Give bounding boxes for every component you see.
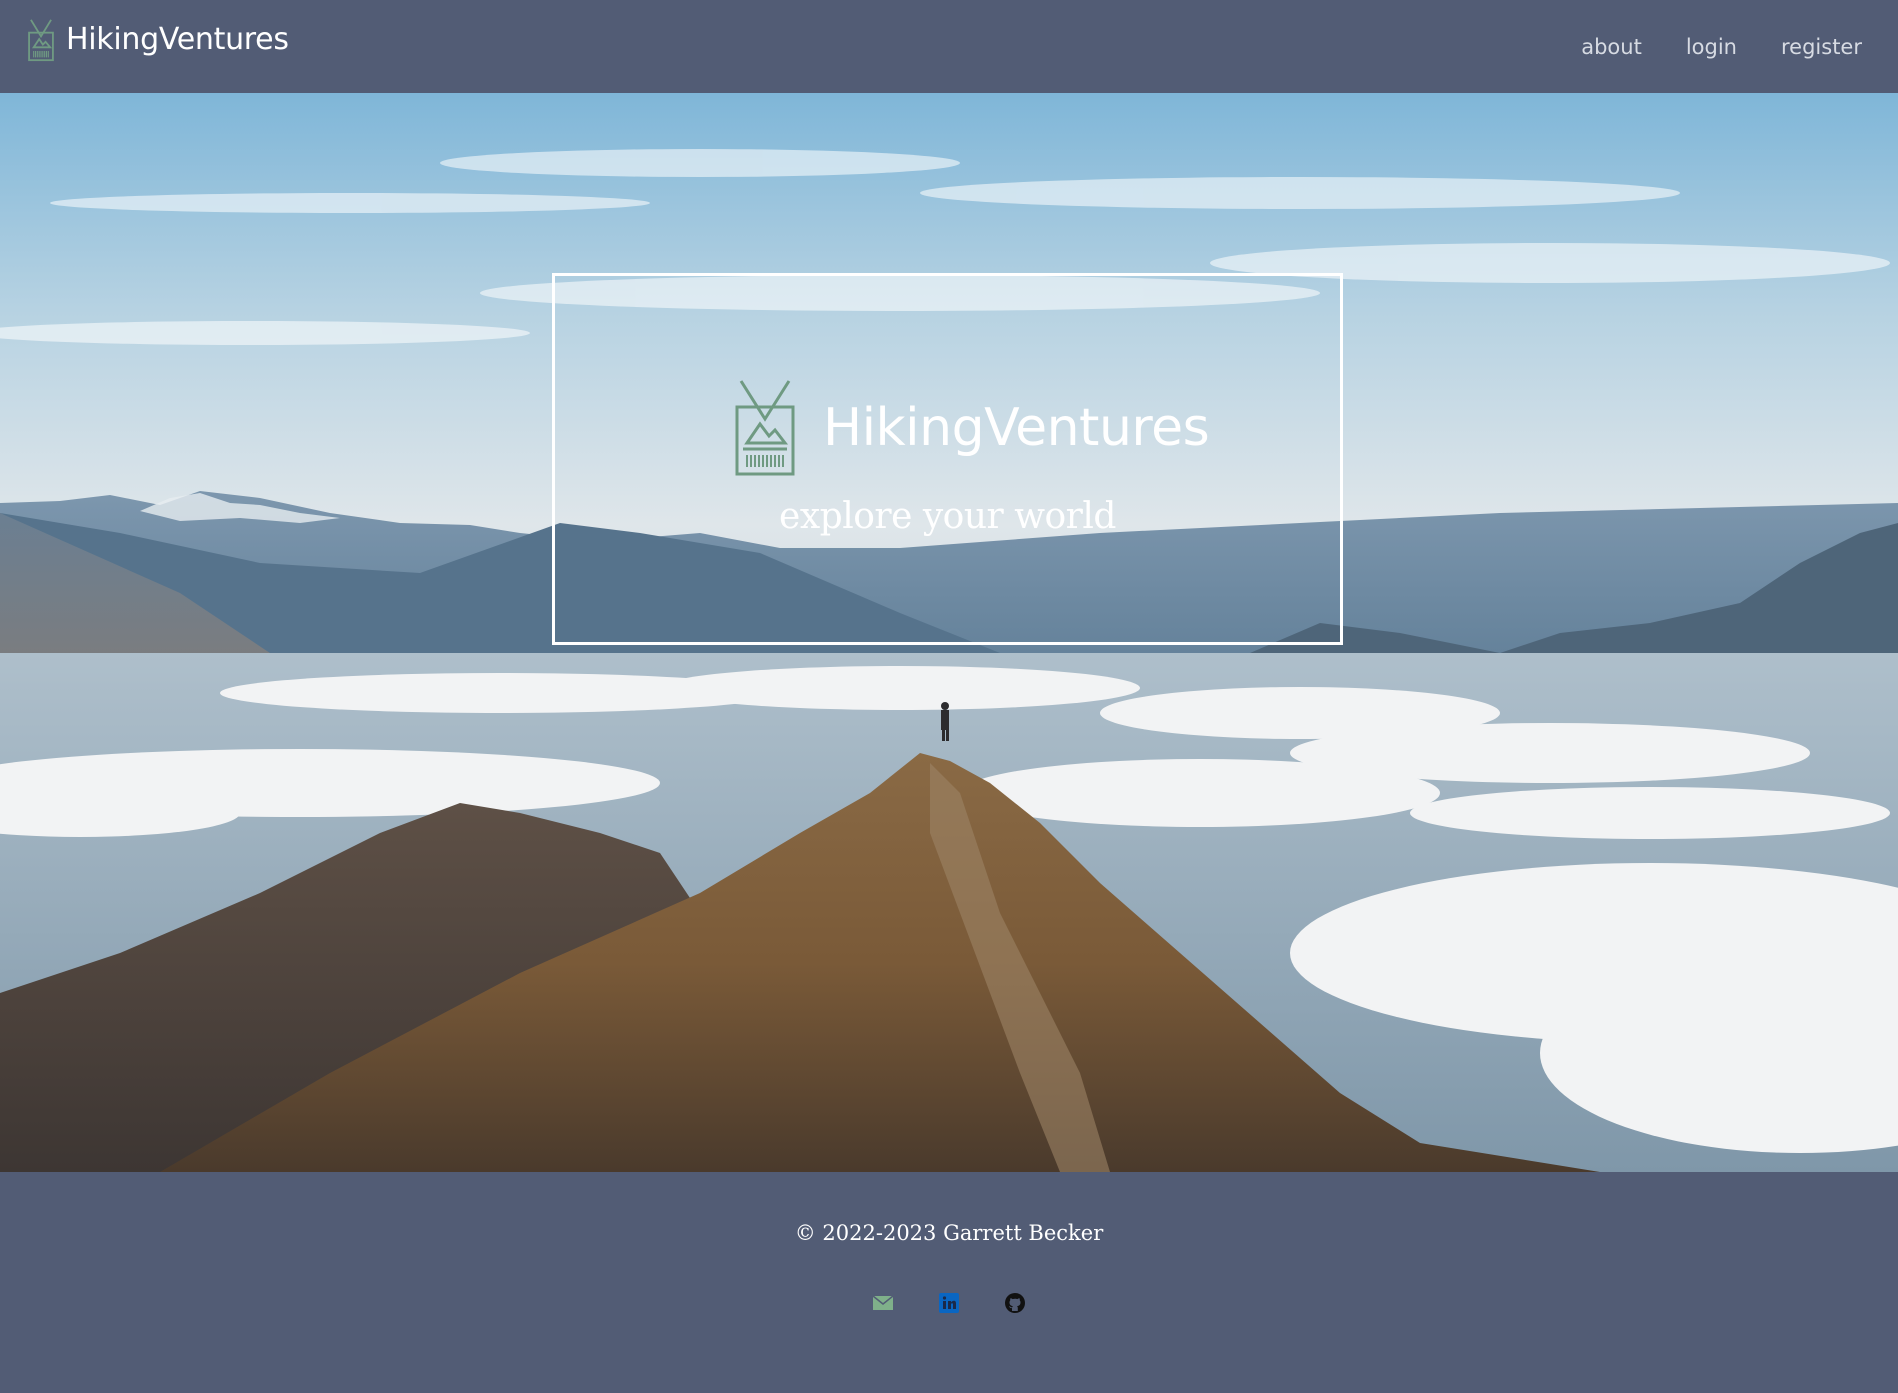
github-icon: [1005, 1293, 1025, 1313]
nav-links: about login register: [1581, 30, 1862, 64]
hero-section: HikingVentures explore your world: [0, 93, 1898, 1172]
brand-link[interactable]: HikingVentures: [26, 18, 289, 62]
nav-link-about[interactable]: about: [1581, 30, 1642, 64]
id-badge-mountain-icon: [28, 19, 54, 62]
linkedin-icon: [939, 1293, 959, 1313]
footer: © 2022-2023 Garrett Becker: [0, 1172, 1898, 1393]
hero-frame: HikingVentures explore your world: [552, 273, 1343, 645]
hero-title-row: HikingVentures: [733, 379, 1210, 477]
github-link[interactable]: [1004, 1292, 1026, 1314]
email-icon: [872, 1295, 894, 1310]
id-badge-mountain-icon: [735, 380, 795, 476]
linkedin-link[interactable]: [938, 1292, 960, 1314]
navbar: HikingVentures about login register: [0, 0, 1898, 93]
brand-name: HikingVentures: [66, 22, 289, 57]
copyright-text: © 2022-2023 Garrett Becker: [794, 1221, 1104, 1245]
email-link[interactable]: [872, 1292, 894, 1314]
hero-tagline: explore your world: [779, 496, 1116, 537]
social-links: [0, 1292, 1898, 1314]
nav-link-register[interactable]: register: [1781, 30, 1862, 64]
hero-title: HikingVentures: [823, 398, 1210, 458]
nav-link-login[interactable]: login: [1686, 30, 1737, 64]
